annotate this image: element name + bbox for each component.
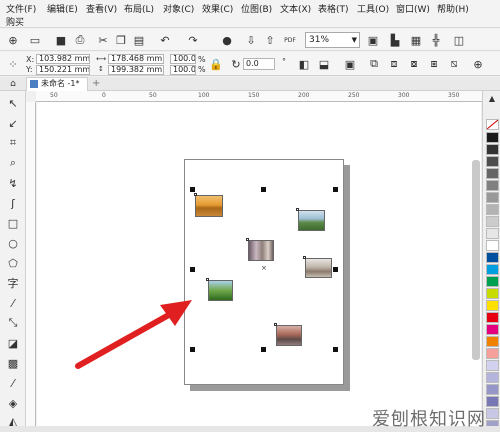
vertical-scrollbar[interactable] — [472, 160, 480, 360]
color-swatch[interactable] — [486, 372, 499, 383]
color-swatch[interactable] — [486, 180, 499, 191]
color-swatch[interactable] — [486, 228, 499, 239]
color-swatch[interactable] — [486, 396, 499, 407]
color-swatch[interactable] — [486, 384, 499, 395]
annotation-arrow-icon — [75, 300, 192, 369]
color-palette: ▲ — [482, 91, 500, 432]
palette-scroll-up-icon[interactable]: ▲ — [486, 90, 498, 106]
color-swatch[interactable] — [486, 204, 499, 215]
color-swatch[interactable] — [486, 240, 499, 251]
color-swatch[interactable] — [486, 144, 499, 155]
color-swatch[interactable] — [486, 132, 499, 143]
color-swatch[interactable] — [486, 336, 499, 347]
color-swatch[interactable] — [486, 324, 499, 335]
color-swatch[interactable] — [486, 264, 499, 275]
color-swatch[interactable] — [486, 276, 499, 287]
color-swatch[interactable] — [486, 168, 499, 179]
color-swatch[interactable] — [486, 156, 499, 167]
color-swatch[interactable] — [486, 288, 499, 299]
no-color-icon — [486, 119, 499, 130]
watermark: 爱刨根知识网 — [372, 409, 486, 430]
no-color-swatch[interactable] — [486, 119, 499, 130]
color-swatch[interactable] — [486, 348, 499, 359]
color-swatch[interactable] — [486, 300, 499, 311]
color-swatch[interactable] — [486, 216, 499, 227]
color-swatch[interactable] — [486, 360, 499, 371]
color-swatch[interactable] — [486, 192, 499, 203]
color-swatch[interactable] — [486, 312, 499, 323]
color-swatch[interactable] — [486, 408, 499, 419]
color-swatch[interactable] — [486, 252, 499, 263]
